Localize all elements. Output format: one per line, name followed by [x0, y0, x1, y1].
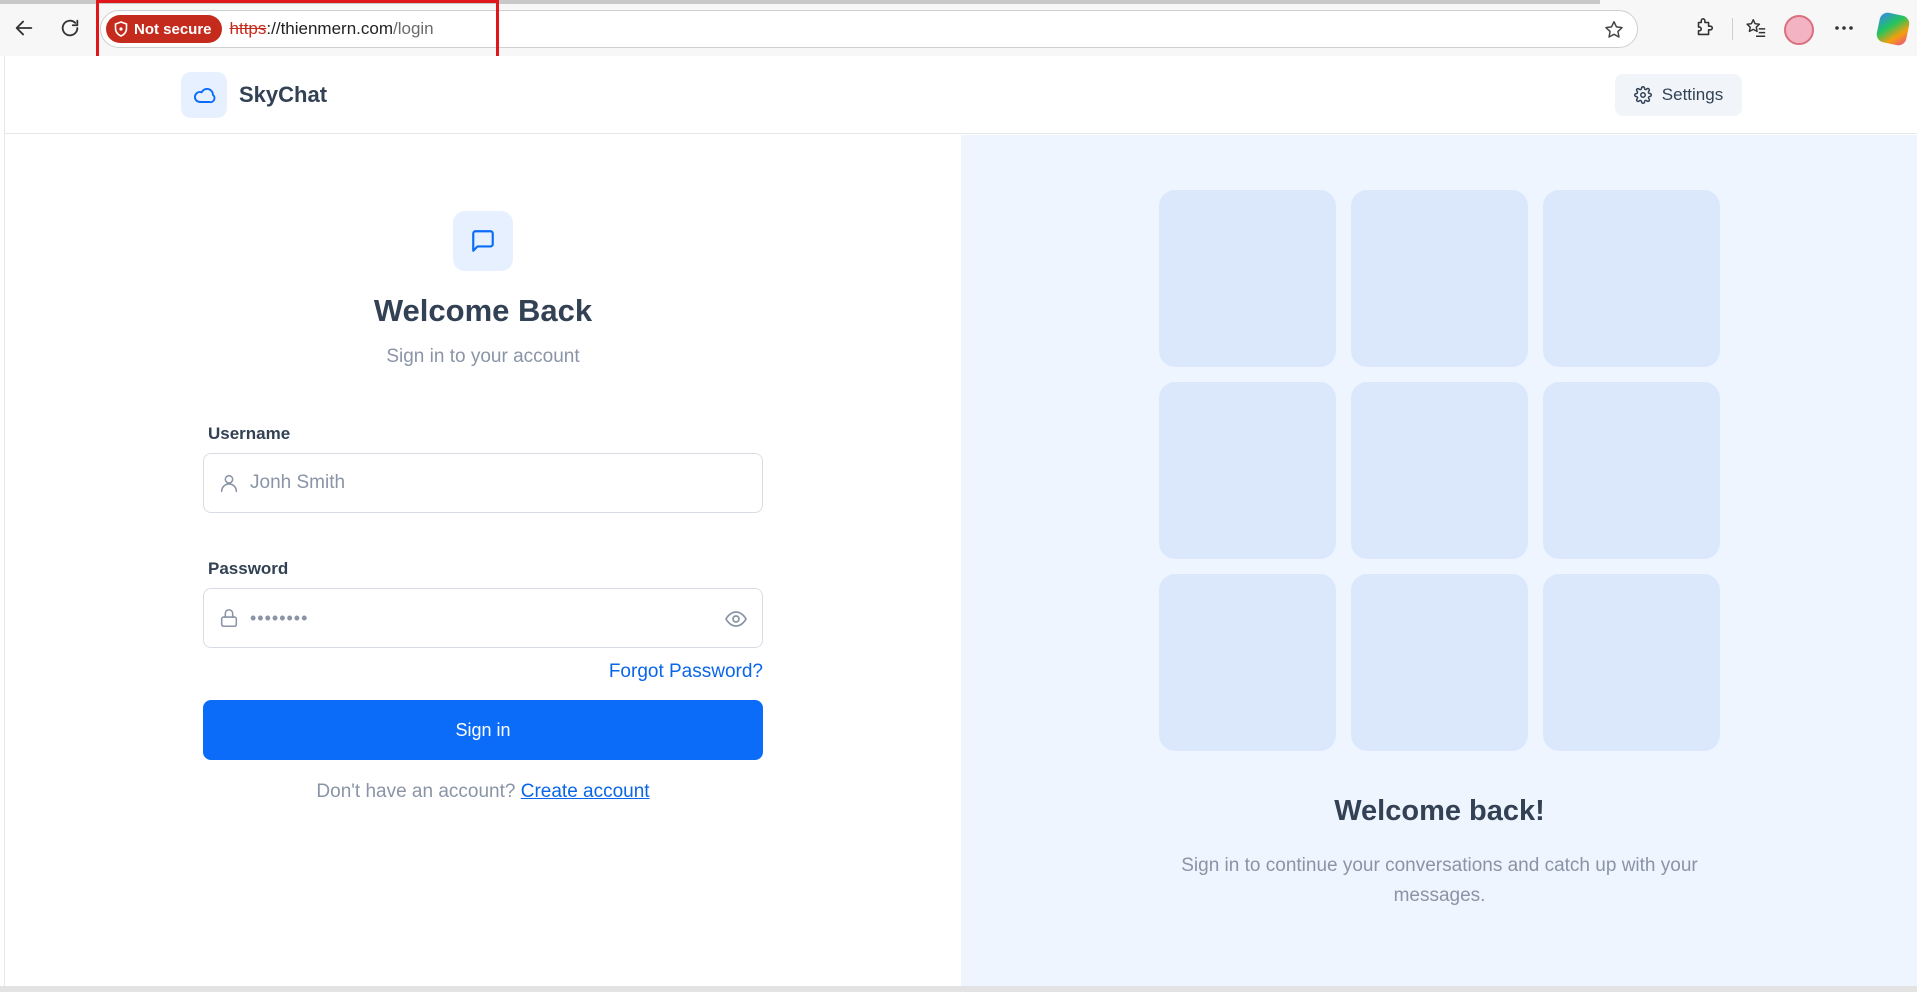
login-title: Welcome Back	[373, 293, 593, 328]
url-path: /login	[393, 19, 434, 38]
reload-button[interactable]	[56, 14, 84, 42]
logo[interactable]	[181, 72, 227, 118]
decorative-tile	[1543, 190, 1720, 367]
decorative-tile	[1159, 190, 1336, 367]
shield-warning-icon	[114, 21, 128, 37]
decorative-tile	[1543, 382, 1720, 559]
message-square-icon	[472, 230, 494, 252]
brand-name[interactable]: SkyChat	[239, 82, 327, 108]
cloud-icon	[194, 87, 216, 104]
back-arrow-icon	[15, 20, 33, 36]
show-password-button[interactable]	[724, 607, 748, 636]
lock-icon	[220, 608, 238, 628]
tab-strip	[0, 0, 1600, 4]
toolbar-divider	[1732, 18, 1733, 40]
panel-title: Welcome back!	[1334, 795, 1545, 827]
password-value: ••••••••	[250, 607, 309, 628]
favorites-button[interactable]	[1742, 14, 1770, 42]
decorative-tile	[1159, 382, 1336, 559]
password-field[interactable]: ••••••••	[203, 588, 763, 648]
settings-button[interactable]: Settings	[1615, 74, 1742, 116]
settings-label: Settings	[1661, 85, 1724, 104]
login-subtitle: Sign in to your account	[386, 346, 580, 367]
ellipsis-icon	[1835, 26, 1853, 30]
gear-icon	[1633, 86, 1652, 104]
password-label: Password	[208, 559, 289, 578]
address-bar[interactable]: Not secure https://thienmern.com/login	[100, 10, 1638, 48]
username-placeholder: Jonh Smith	[250, 472, 346, 493]
app-header: SkyChat Settings	[5, 56, 1917, 134]
no-account-text: Don't have an account?	[316, 781, 516, 802]
decorative-tile	[1351, 190, 1528, 367]
decorative-tile	[1543, 574, 1720, 751]
url-host: thienmern.com	[280, 19, 393, 38]
favorite-button[interactable]	[1603, 19, 1625, 46]
forgot-password-link[interactable]: Forgot Password?	[565, 661, 763, 683]
puzzle-icon	[1697, 18, 1714, 36]
decorative-tile-grid	[1159, 190, 1720, 751]
reload-icon	[61, 19, 79, 37]
chat-badge	[453, 211, 513, 271]
create-account-link[interactable]: Create account	[521, 781, 650, 802]
url-protocol: https	[229, 19, 267, 38]
sign-in-button[interactable]: Sign in	[203, 700, 763, 760]
decorative-tile	[1351, 382, 1528, 559]
copilot-icon[interactable]	[1875, 11, 1911, 47]
panel-subtitle: Sign in to continue your conversations a…	[1181, 855, 1698, 906]
decorative-tile	[1351, 574, 1528, 751]
app-root: SkyChat Settings Welcome Back Sign in to…	[4, 56, 1917, 986]
create-account-prompt: Don't have an account? Create account	[5, 781, 961, 803]
not-secure-label: Not secure	[134, 20, 212, 38]
username-label: Username	[208, 424, 291, 443]
browser-toolbar: Not secure https://thienmern.com/login	[0, 0, 1917, 61]
eye-icon	[725, 611, 747, 627]
decorative-tile	[1159, 574, 1336, 751]
user-icon	[220, 474, 238, 493]
welcome-panel: Welcome back! Sign in to continue your c…	[961, 135, 1917, 986]
extensions-button[interactable]	[1690, 14, 1718, 42]
back-button[interactable]	[10, 14, 38, 42]
not-secure-badge[interactable]: Not secure	[106, 15, 222, 43]
url-text[interactable]: https://thienmern.com/login	[230, 19, 434, 39]
more-menu-button[interactable]	[1830, 14, 1858, 42]
star-icon	[1605, 21, 1623, 38]
profile-avatar[interactable]	[1784, 15, 1814, 45]
username-field[interactable]: Jonh Smith	[203, 453, 763, 513]
url-separator: ://	[266, 19, 281, 38]
favorites-list-icon	[1746, 19, 1766, 37]
window-bottom-edge	[0, 986, 1917, 992]
login-panel: Welcome Back Sign in to your account Use…	[5, 135, 961, 986]
